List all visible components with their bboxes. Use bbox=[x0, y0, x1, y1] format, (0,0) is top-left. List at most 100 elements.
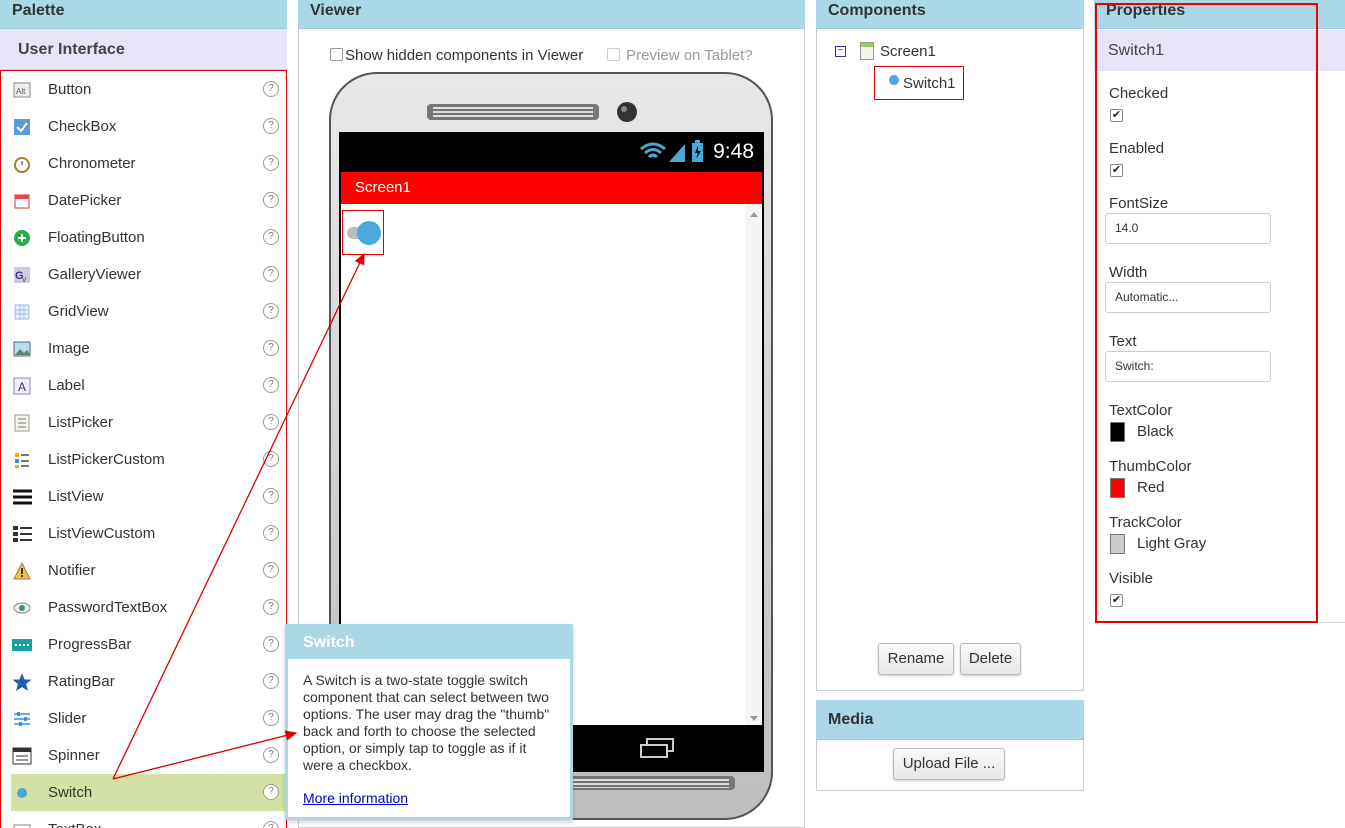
components-panel: Components − Screen1 Switch1 Rename Dele… bbox=[816, 0, 1084, 691]
listpicker-icon bbox=[12, 413, 32, 433]
help-icon[interactable]: ? bbox=[263, 710, 279, 726]
recent-apps-icon bbox=[640, 738, 674, 758]
palette-section-user-interface[interactable]: User Interface bbox=[0, 29, 287, 70]
palette-item-checkbox[interactable]: CheckBox? bbox=[1, 108, 286, 145]
palette-item-gridview[interactable]: GridView? bbox=[1, 293, 286, 330]
screen-icon bbox=[860, 42, 874, 60]
preview-tablet-option[interactable]: Preview on Tablet? bbox=[607, 47, 753, 64]
palette-item-label: Switch bbox=[48, 784, 93, 801]
battery-icon bbox=[692, 140, 703, 162]
chronometer-icon bbox=[12, 154, 32, 174]
properties-highlight-box bbox=[1095, 3, 1318, 623]
viewer-title: Viewer bbox=[298, 0, 805, 29]
help-icon[interactable]: ? bbox=[263, 488, 279, 504]
palette-item-label: Label bbox=[48, 377, 85, 394]
palette-panel: Palette User Interface Alt Button? CheckBo… bbox=[0, 0, 287, 828]
help-icon[interactable]: ? bbox=[263, 377, 279, 393]
help-icon[interactable]: ? bbox=[263, 562, 279, 578]
help-icon[interactable]: ? bbox=[263, 155, 279, 171]
palette-item-datepicker[interactable]: DatePicker? bbox=[1, 182, 286, 219]
palette-item-slider[interactable]: Slider? bbox=[1, 700, 286, 737]
screen-scrollbar[interactable] bbox=[745, 204, 762, 725]
palette-item-image[interactable]: Image? bbox=[1, 330, 286, 367]
collapse-icon[interactable]: − bbox=[835, 45, 846, 57]
status-bar: 9:48 bbox=[339, 132, 764, 172]
help-icon[interactable]: ? bbox=[263, 599, 279, 615]
help-icon[interactable]: ? bbox=[263, 340, 279, 356]
palette-item-label: Image bbox=[48, 340, 90, 357]
show-hidden-checkbox[interactable] bbox=[330, 48, 343, 61]
palette-item-label: DatePicker bbox=[48, 192, 122, 209]
palette-item-label: Notifier bbox=[48, 562, 96, 579]
palette-item-chronometer[interactable]: Chronometer? bbox=[1, 145, 286, 182]
rename-button[interactable]: Rename bbox=[878, 643, 954, 675]
help-icon[interactable]: ? bbox=[263, 747, 279, 763]
palette-item-textbox[interactable]: TextBox? bbox=[1, 811, 286, 828]
palette-item-switch[interactable]: Switch? bbox=[11, 774, 286, 811]
properties-divider bbox=[1319, 622, 1345, 623]
palette-item-label: PasswordTextBox bbox=[48, 599, 168, 616]
help-icon[interactable]: ? bbox=[263, 118, 279, 134]
upload-file-button[interactable]: Upload File ... bbox=[893, 748, 1005, 780]
palette-title: Palette bbox=[0, 0, 287, 29]
help-icon[interactable]: ? bbox=[263, 414, 279, 430]
more-information-link[interactable]: More information bbox=[303, 790, 408, 806]
scroll-down-icon[interactable] bbox=[750, 716, 758, 721]
help-icon[interactable]: ? bbox=[263, 451, 279, 467]
help-icon[interactable]: ? bbox=[263, 229, 279, 245]
palette-item-progressbar[interactable]: ProgressBar? bbox=[1, 626, 286, 663]
switch1-preview[interactable] bbox=[342, 210, 384, 255]
palette-item-floatingbutton[interactable]: FloatingButton? bbox=[1, 219, 286, 256]
palette-item-label: ListPicker bbox=[48, 414, 114, 431]
palette-item-listviewcustom[interactable]: ListViewCustom? bbox=[1, 515, 286, 552]
help-icon[interactable]: ? bbox=[263, 673, 279, 689]
palette-item-listpickercustom[interactable]: ListPickerCustom? bbox=[1, 441, 286, 478]
help-icon[interactable]: ? bbox=[263, 784, 279, 800]
switch-icon bbox=[12, 783, 32, 803]
listview-icon bbox=[12, 487, 32, 507]
progressbar-icon bbox=[12, 635, 32, 655]
notifier-icon bbox=[12, 561, 32, 581]
textbox-icon bbox=[12, 820, 32, 828]
delete-button[interactable]: Delete bbox=[960, 643, 1021, 675]
media-panel: Media Upload File ... bbox=[816, 700, 1084, 791]
preview-tablet-checkbox[interactable] bbox=[607, 48, 620, 61]
show-hidden-label: Show hidden components in Viewer bbox=[345, 47, 584, 64]
label-icon: A bbox=[12, 376, 32, 396]
help-icon[interactable]: ? bbox=[263, 821, 279, 828]
image-icon bbox=[12, 339, 32, 359]
palette-item-label[interactable]: A Label? bbox=[1, 367, 286, 404]
bottom-speaker-icon bbox=[563, 776, 735, 790]
palette-item-label: ListViewCustom bbox=[48, 525, 156, 542]
palette-item-label: FloatingButton bbox=[48, 229, 145, 246]
switch-thumb bbox=[357, 221, 381, 245]
help-icon[interactable]: ? bbox=[263, 192, 279, 208]
help-icon[interactable]: ? bbox=[263, 266, 279, 282]
palette-item-button[interactable]: Alt Button? bbox=[1, 71, 286, 108]
help-icon[interactable]: ? bbox=[263, 636, 279, 652]
palette-item-galleryviewer[interactable]: Gv GalleryViewer? bbox=[1, 256, 286, 293]
tree-label-switch1: Switch1 bbox=[903, 74, 956, 92]
screen-title-bar: Screen1 bbox=[341, 172, 762, 204]
palette-item-listview[interactable]: ListView? bbox=[1, 478, 286, 515]
listviewcustom-icon bbox=[12, 524, 32, 544]
palette-item-listpicker[interactable]: ListPicker? bbox=[1, 404, 286, 441]
palette-item-label: Button bbox=[48, 81, 92, 98]
tree-item-switch1[interactable]: Switch1 bbox=[874, 66, 964, 100]
palette-item-label: Spinner bbox=[48, 747, 100, 764]
help-icon[interactable]: ? bbox=[263, 303, 279, 319]
status-time: 9:48 bbox=[713, 140, 754, 163]
palette-item-notifier[interactable]: Notifier? bbox=[1, 552, 286, 589]
tree-label-screen1: Screen1 bbox=[880, 42, 936, 60]
palette-item-label: Chronometer bbox=[48, 155, 136, 172]
palette-item-spinner[interactable]: Spinner? bbox=[1, 737, 286, 774]
datepicker-icon bbox=[12, 191, 32, 211]
switch-icon bbox=[889, 75, 899, 85]
tree-item-screen1[interactable]: − Screen1 bbox=[835, 42, 936, 60]
help-icon[interactable]: ? bbox=[263, 525, 279, 541]
help-icon[interactable]: ? bbox=[263, 81, 279, 97]
palette-item-ratingbar[interactable]: RatingBar? bbox=[1, 663, 286, 700]
show-hidden-option[interactable]: Show hidden components in Viewer bbox=[330, 47, 583, 64]
scroll-up-icon[interactable] bbox=[750, 212, 758, 217]
palette-item-passwordtextbox[interactable]: PasswordTextBox? bbox=[1, 589, 286, 626]
